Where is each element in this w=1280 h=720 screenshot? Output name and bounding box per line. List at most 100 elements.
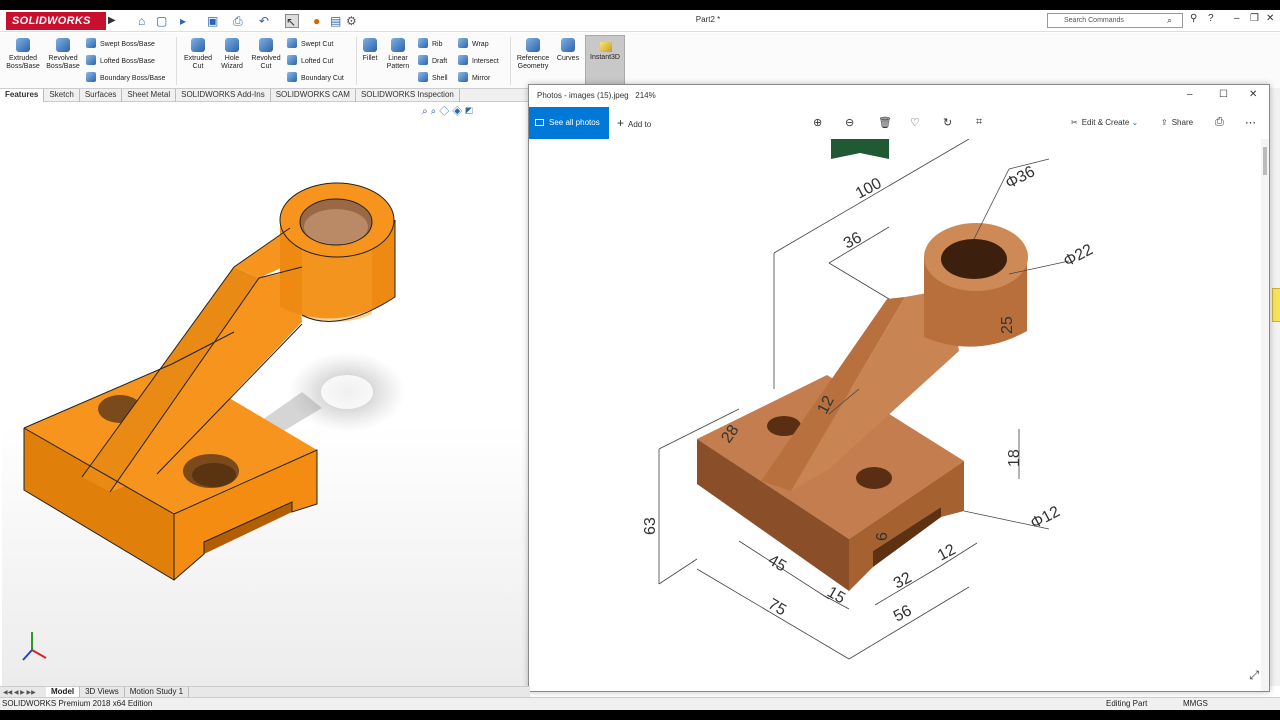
plus-icon: +: [617, 116, 625, 130]
technical-drawing-image: 100 36 Φ36 Φ22 25 12 28 18 Φ12 63 45 15 …: [642, 139, 1096, 660]
tab-inspection[interactable]: SOLIDWORKS Inspection: [356, 89, 460, 102]
dim-25: 25: [999, 316, 1016, 334]
revolved-boss-button[interactable]: Revolved Boss/Base: [44, 38, 82, 71]
help-icon[interactable]: ?: [1208, 13, 1214, 24]
editing-status: Editing Part: [1106, 699, 1148, 708]
add-to-button[interactable]: + Add to: [617, 107, 651, 139]
model-view-tabs: ◀◀ ◀ ▶ ▶▶ Model 3D Views Motion Study 1: [0, 686, 530, 698]
dim-100: 100: [853, 175, 885, 203]
photos-scrollbar[interactable]: [1261, 139, 1269, 691]
close-icon[interactable]: ✕: [1266, 13, 1274, 24]
tab-sketch[interactable]: Sketch: [44, 89, 80, 102]
extrude-icon: [16, 38, 30, 52]
command-manager: Extruded Boss/Base Revolved Boss/Base Sw…: [0, 33, 1280, 89]
print-icon[interactable]: ⎙: [1215, 116, 1224, 129]
tab-addins[interactable]: SOLIDWORKS Add-Ins: [176, 89, 271, 102]
task-pane-strip[interactable]: [1269, 88, 1280, 686]
solidworks-title-bar: SOLIDWORKS ▶ ⌂ ▢ ▸ ▣ ⎙ ↶ ↖ ● ▤ ⚙ Part2 *…: [0, 10, 1280, 32]
units-selector[interactable]: MMGS: [1183, 698, 1208, 710]
favorite-heart-icon[interactable]: ♡: [910, 116, 920, 129]
edit-create-button[interactable]: ✂ Edit & Create ⌄: [1071, 107, 1138, 139]
tab-sheet-metal[interactable]: Sheet Metal: [122, 89, 177, 102]
revolve-icon: [56, 38, 70, 52]
rotate-icon[interactable]: ↻: [943, 116, 952, 129]
intersect-button[interactable]: Intersect: [458, 55, 499, 67]
restore-icon[interactable]: ❐: [1250, 13, 1259, 24]
screen-bottom-border: [0, 710, 1280, 720]
mirror-button[interactable]: Mirror: [458, 72, 490, 84]
chevron-down-icon: ⌄: [1131, 118, 1139, 127]
base-hole-right-inner: [192, 463, 236, 487]
graphics-area[interactable]: ⌕⌕◇◈◩: [2, 102, 529, 686]
linear-pattern-button[interactable]: Linear Pattern: [382, 38, 414, 71]
rib-button[interactable]: Rib: [418, 38, 443, 50]
search-commands-input[interactable]: Search Commands ⌕: [1047, 13, 1183, 28]
zoom-in-icon[interactable]: ⊕: [813, 116, 822, 129]
revolved-cut-button[interactable]: Revolved Cut: [247, 38, 285, 71]
revolved-cut-icon: [259, 38, 273, 52]
user-icon[interactable]: ⚲: [1190, 13, 1197, 24]
wrap-button[interactable]: Wrap: [458, 38, 489, 50]
photos-toolbar: See all photos + Add to ⊕ ⊖ 🗑 ♡ ↻ ⌗ ✂ Edit…: [529, 107, 1269, 139]
see-all-photos-button[interactable]: See all photos: [529, 107, 609, 139]
curves-button[interactable]: Curves: [552, 38, 584, 63]
reference-geometry-icon: [526, 38, 540, 52]
zoom-out-icon[interactable]: ⊖: [845, 116, 854, 129]
ribbon-separator: [510, 37, 511, 85]
scrollbar-thumb[interactable]: [1263, 147, 1267, 175]
command-manager-tabs: Features Sketch Surfaces Sheet Metal SOLIDWO…: [0, 89, 540, 102]
draft-icon: [418, 55, 428, 65]
zoom-level: 214%: [635, 91, 656, 100]
tab-navigation-arrows-icon[interactable]: ◀◀ ◀ ▶ ▶▶: [0, 689, 46, 696]
swept-cut-button[interactable]: Swept Cut: [287, 38, 333, 50]
shell-button[interactable]: Shell: [418, 72, 448, 84]
photos-window[interactable]: Photos - images (15).jpeg 214% – ☐ ✕ See…: [528, 84, 1270, 692]
rib-icon: [418, 38, 428, 48]
boundary-boss-button[interactable]: Boundary Boss/Base: [86, 72, 165, 84]
crop-icon[interactable]: ⌗: [976, 116, 982, 129]
intersect-icon: [458, 55, 468, 65]
search-icon[interactable]: ⌕: [1167, 14, 1172, 27]
share-button[interactable]: ⇪ Share: [1161, 107, 1193, 139]
ribbon-separator: [176, 37, 177, 85]
mirror-icon: [458, 72, 468, 82]
extruded-boss-button[interactable]: Extruded Boss/Base: [4, 38, 42, 71]
lofted-cut-button[interactable]: Lofted Cut: [287, 55, 333, 67]
fillet-icon: [363, 38, 377, 52]
photo-gallery-icon: [535, 119, 544, 126]
lofted-cut-icon: [287, 55, 297, 65]
photos-close-icon[interactable]: ✕: [1249, 89, 1257, 100]
expand-icon[interactable]: ⤢: [1249, 668, 1259, 683]
tab-features[interactable]: Features: [0, 89, 45, 102]
solidworks-3d-part[interactable]: [2, 102, 529, 686]
coordinate-triad-icon: [22, 632, 47, 661]
swept-cut-icon: [287, 38, 297, 48]
extruded-cut-button[interactable]: Extruded Cut: [179, 38, 217, 71]
dim-75: 75: [765, 596, 789, 620]
dim-18: 18: [1006, 449, 1023, 467]
status-bar: SOLIDWORKS Premium 2018 x64 Edition Edit…: [0, 697, 1280, 710]
share-icon: ⇪: [1161, 118, 1168, 127]
dim-6: 6: [874, 532, 891, 541]
dim-36: 36: [841, 229, 865, 252]
minimize-icon[interactable]: –: [1234, 13, 1240, 24]
boundary-cut-button[interactable]: Boundary Cut: [287, 72, 344, 84]
photo-viewer-image[interactable]: 100 36 Φ36 Φ22 25 12 28 18 Φ12 63 45 15 …: [529, 139, 1269, 691]
swept-boss-button[interactable]: Swept Boss/Base: [86, 38, 155, 50]
boundary-icon: [86, 72, 96, 82]
tab-cam[interactable]: SOLIDWORKS CAM: [271, 89, 356, 102]
delete-icon[interactable]: 🗑: [878, 116, 892, 129]
lofted-boss-button[interactable]: Lofted Boss/Base: [86, 55, 155, 67]
hole-wizard-button[interactable]: Hole Wizard: [213, 38, 251, 71]
draft-button[interactable]: Draft: [418, 55, 447, 67]
dim-45: 45: [765, 552, 789, 576]
reference-geometry-button[interactable]: Reference Geometry: [514, 38, 552, 71]
instant3d-icon: [600, 42, 612, 52]
more-options-icon[interactable]: ⋯: [1245, 116, 1256, 129]
instant3d-button[interactable]: Instant3D: [585, 35, 625, 87]
task-pane-tab[interactable]: [1272, 288, 1280, 322]
tab-surfaces[interactable]: Surfaces: [80, 89, 123, 102]
photos-minimize-icon[interactable]: –: [1187, 89, 1193, 100]
photos-maximize-icon[interactable]: ☐: [1219, 89, 1228, 100]
boundary-cut-icon: [287, 72, 297, 82]
